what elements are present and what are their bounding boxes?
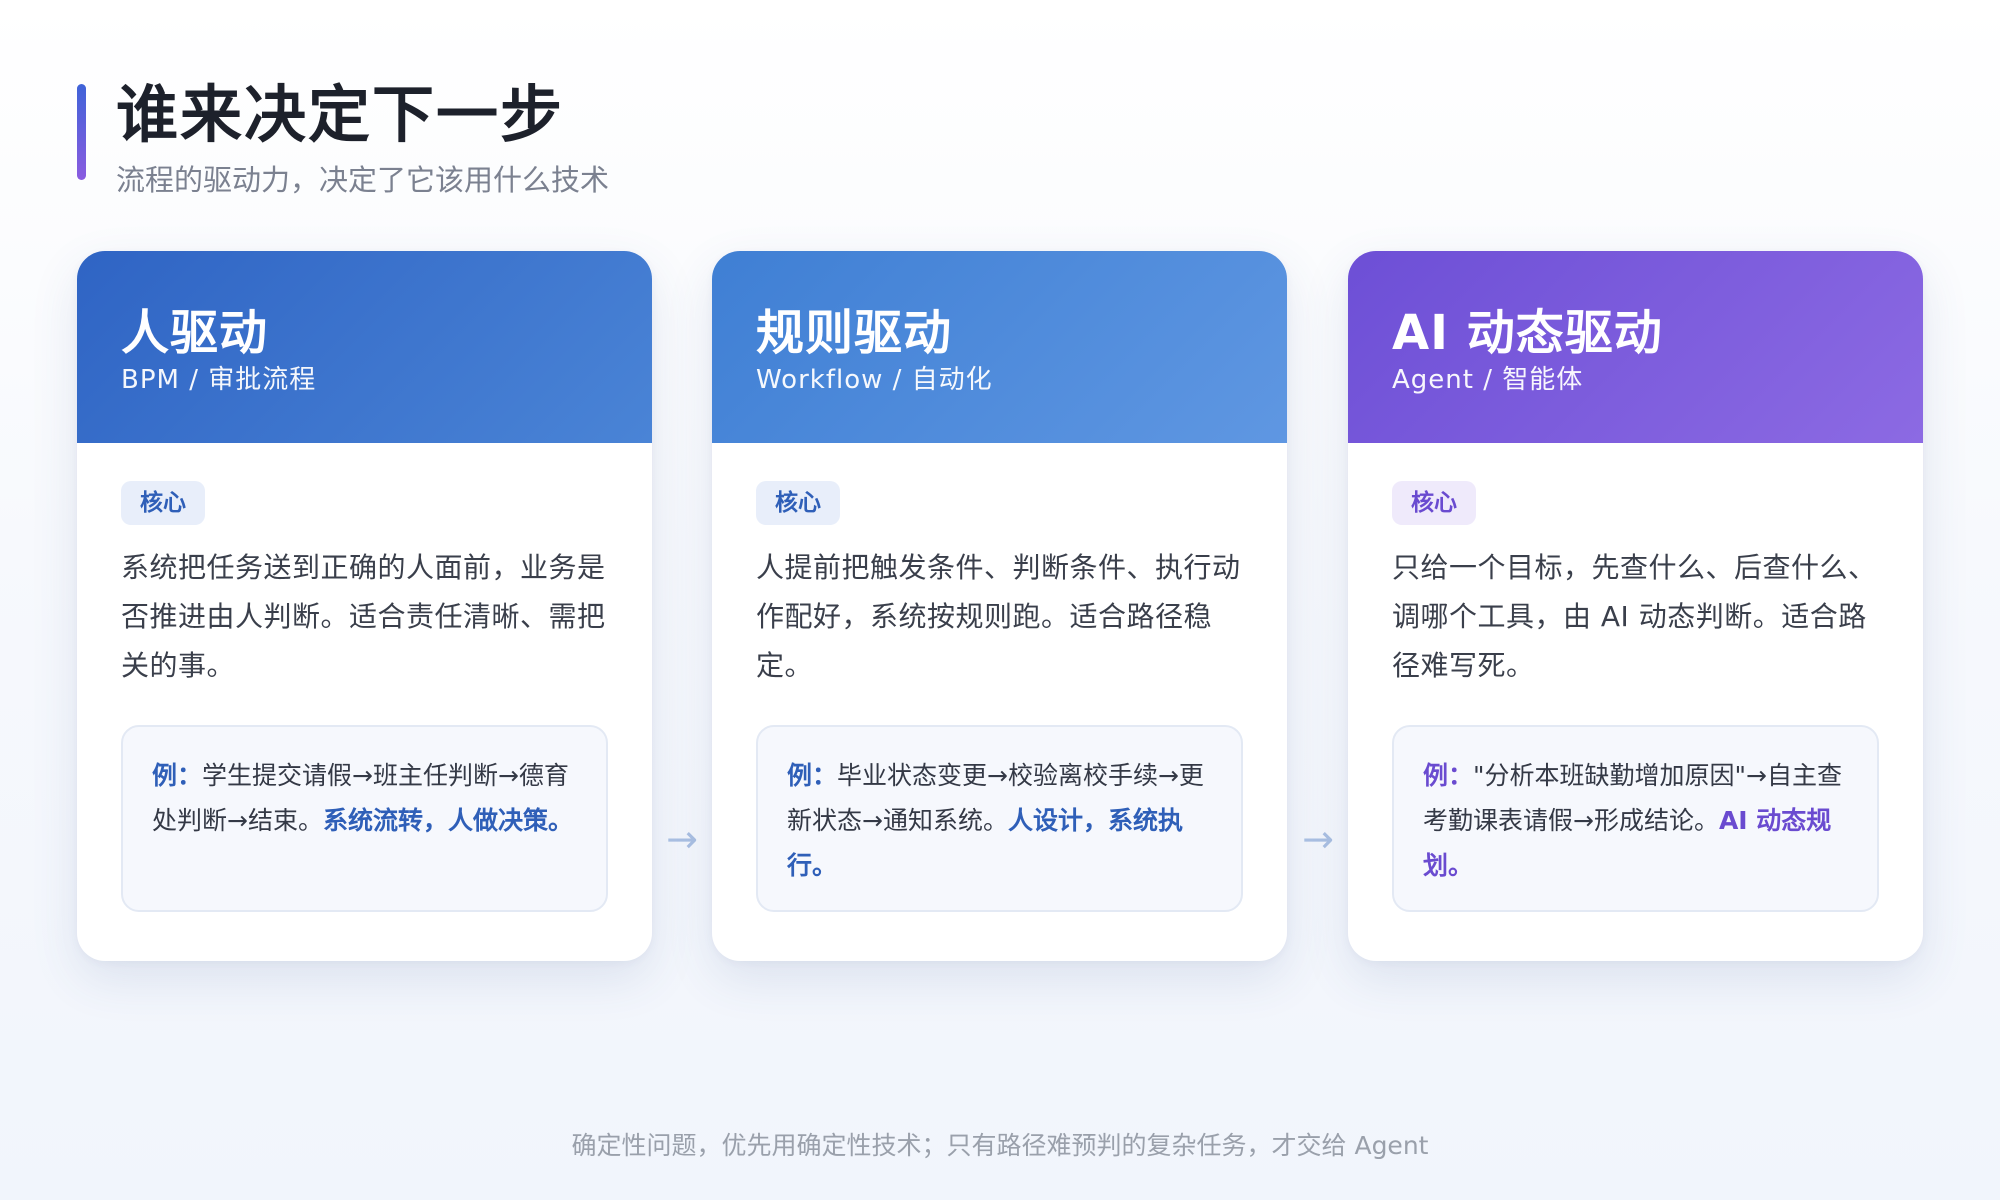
card-description: 只给一个目标，先查什么、后查什么、调哪个工具，由 AI 动态判断。适合路径难写死… (1392, 551, 1877, 682)
card-body: 核心 系统把任务送到正确的人面前，业务是否推进由人判断。适合责任清晰、需把关的事… (77, 443, 652, 690)
card-subtitle: Workflow / 自动化 (756, 365, 993, 395)
card-subtitle: Agent / 智能体 (1392, 365, 1584, 395)
title-accent-bar (77, 84, 86, 180)
card-header: 人驱动 BPM / 审批流程 (77, 251, 652, 443)
core-badge: 核心 (1392, 481, 1476, 525)
card-subtitle: BPM / 审批流程 (121, 365, 317, 395)
card-human-driven: 人驱动 BPM / 审批流程 核心 系统把任务送到正确的人面前，业务是否推进由人… (77, 251, 652, 961)
card-header: AI 动态驱动 Agent / 智能体 (1348, 251, 1923, 443)
card-title: 规则驱动 (756, 305, 953, 361)
example-box: 例："分析本班缺勤增加原因"→自主查考勤课表请假→形成结论。AI 动态规划。 (1392, 725, 1879, 912)
arrow-right-icon: → (1302, 817, 1334, 861)
core-badge: 核心 (756, 481, 840, 525)
card-title: 人驱动 (121, 305, 269, 361)
core-badge: 核心 (121, 481, 205, 525)
card-ai-driven: AI 动态驱动 Agent / 智能体 核心 只给一个目标，先查什么、后查什么、… (1348, 251, 1923, 961)
footer-note: 确定性问题，优先用确定性技术；只有路径难预判的复杂任务，才交给 Agent (571, 1131, 1429, 1160)
driver-cards: 人驱动 BPM / 审批流程 核心 系统把任务送到正确的人面前，业务是否推进由人… (77, 251, 1923, 961)
card-header: 规则驱动 Workflow / 自动化 (712, 251, 1287, 443)
page-title: 谁来决定下一步 (116, 78, 565, 151)
card-body: 核心 只给一个目标，先查什么、后查什么、调哪个工具，由 AI 动态判断。适合路径… (1348, 443, 1923, 690)
arrow-right-icon: → (666, 817, 698, 861)
example-label: 例： (152, 761, 203, 790)
card-rule-driven: 规则驱动 Workflow / 自动化 核心 人提前把触发条件、判断条件、执行动… (712, 251, 1287, 961)
page-header: 谁来决定下一步 流程的驱动力，决定了它该用什么技术 (77, 78, 609, 200)
card-description: 系统把任务送到正确的人面前，业务是否推进由人判断。适合责任清晰、需把关的事。 (121, 551, 606, 682)
card-title: AI 动态驱动 (1392, 305, 1663, 361)
card-body: 核心 人提前把触发条件、判断条件、执行动作配好，系统按规则跑。适合路径稳定。 (712, 443, 1287, 690)
card-description: 人提前把触发条件、判断条件、执行动作配好，系统按规则跑。适合路径稳定。 (756, 551, 1241, 682)
example-label: 例： (787, 761, 838, 790)
example-box: 例：学生提交请假→班主任判断→德育处判断→结束。系统流转，人做决策。 (121, 725, 608, 912)
example-box: 例：毕业状态变更→校验离校手续→更新状态→通知系统。人设计，系统执行。 (756, 725, 1243, 912)
example-label: 例： (1423, 761, 1474, 790)
example-emphasis: 系统流转，人做决策。 (322, 806, 573, 835)
page-subtitle: 流程的驱动力，决定了它该用什么技术 (116, 163, 610, 197)
